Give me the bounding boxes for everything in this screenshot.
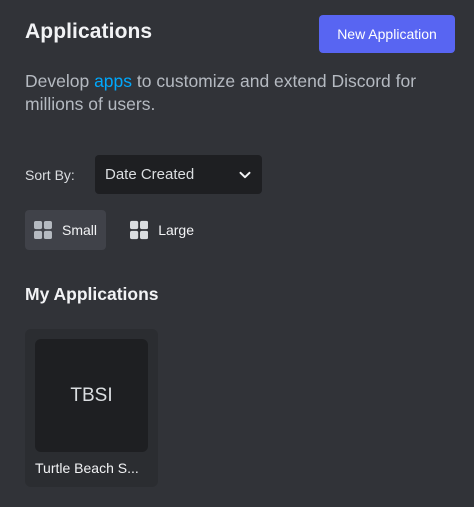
grid-icon [34,221,52,239]
apps-link[interactable]: apps [94,71,132,91]
my-applications-title: My Applications [25,284,159,304]
view-size-large-button[interactable]: Large [121,210,203,250]
sort-by-label: Sort By: [25,167,75,183]
application-card[interactable]: TBSI Turtle Beach S... [25,329,158,487]
intro-text: Develop apps to customize and extend Dis… [25,70,465,116]
grid-icon [130,220,149,240]
sort-by-selected-value: Date Created [105,166,195,183]
view-size-small-label: Small [61,222,97,238]
sort-by-select[interactable]: Date Created [95,155,262,194]
chevron-down-icon [239,171,251,178]
application-name: Turtle Beach S... [35,460,139,476]
new-application-button[interactable]: New Application [319,15,455,53]
application-thumbnail: TBSI [35,339,148,452]
view-size-small-button[interactable]: Small [25,210,106,250]
view-size-large-label: Large [158,222,194,238]
page-title: Applications [25,20,153,43]
intro-text-start: Develop [25,71,95,91]
